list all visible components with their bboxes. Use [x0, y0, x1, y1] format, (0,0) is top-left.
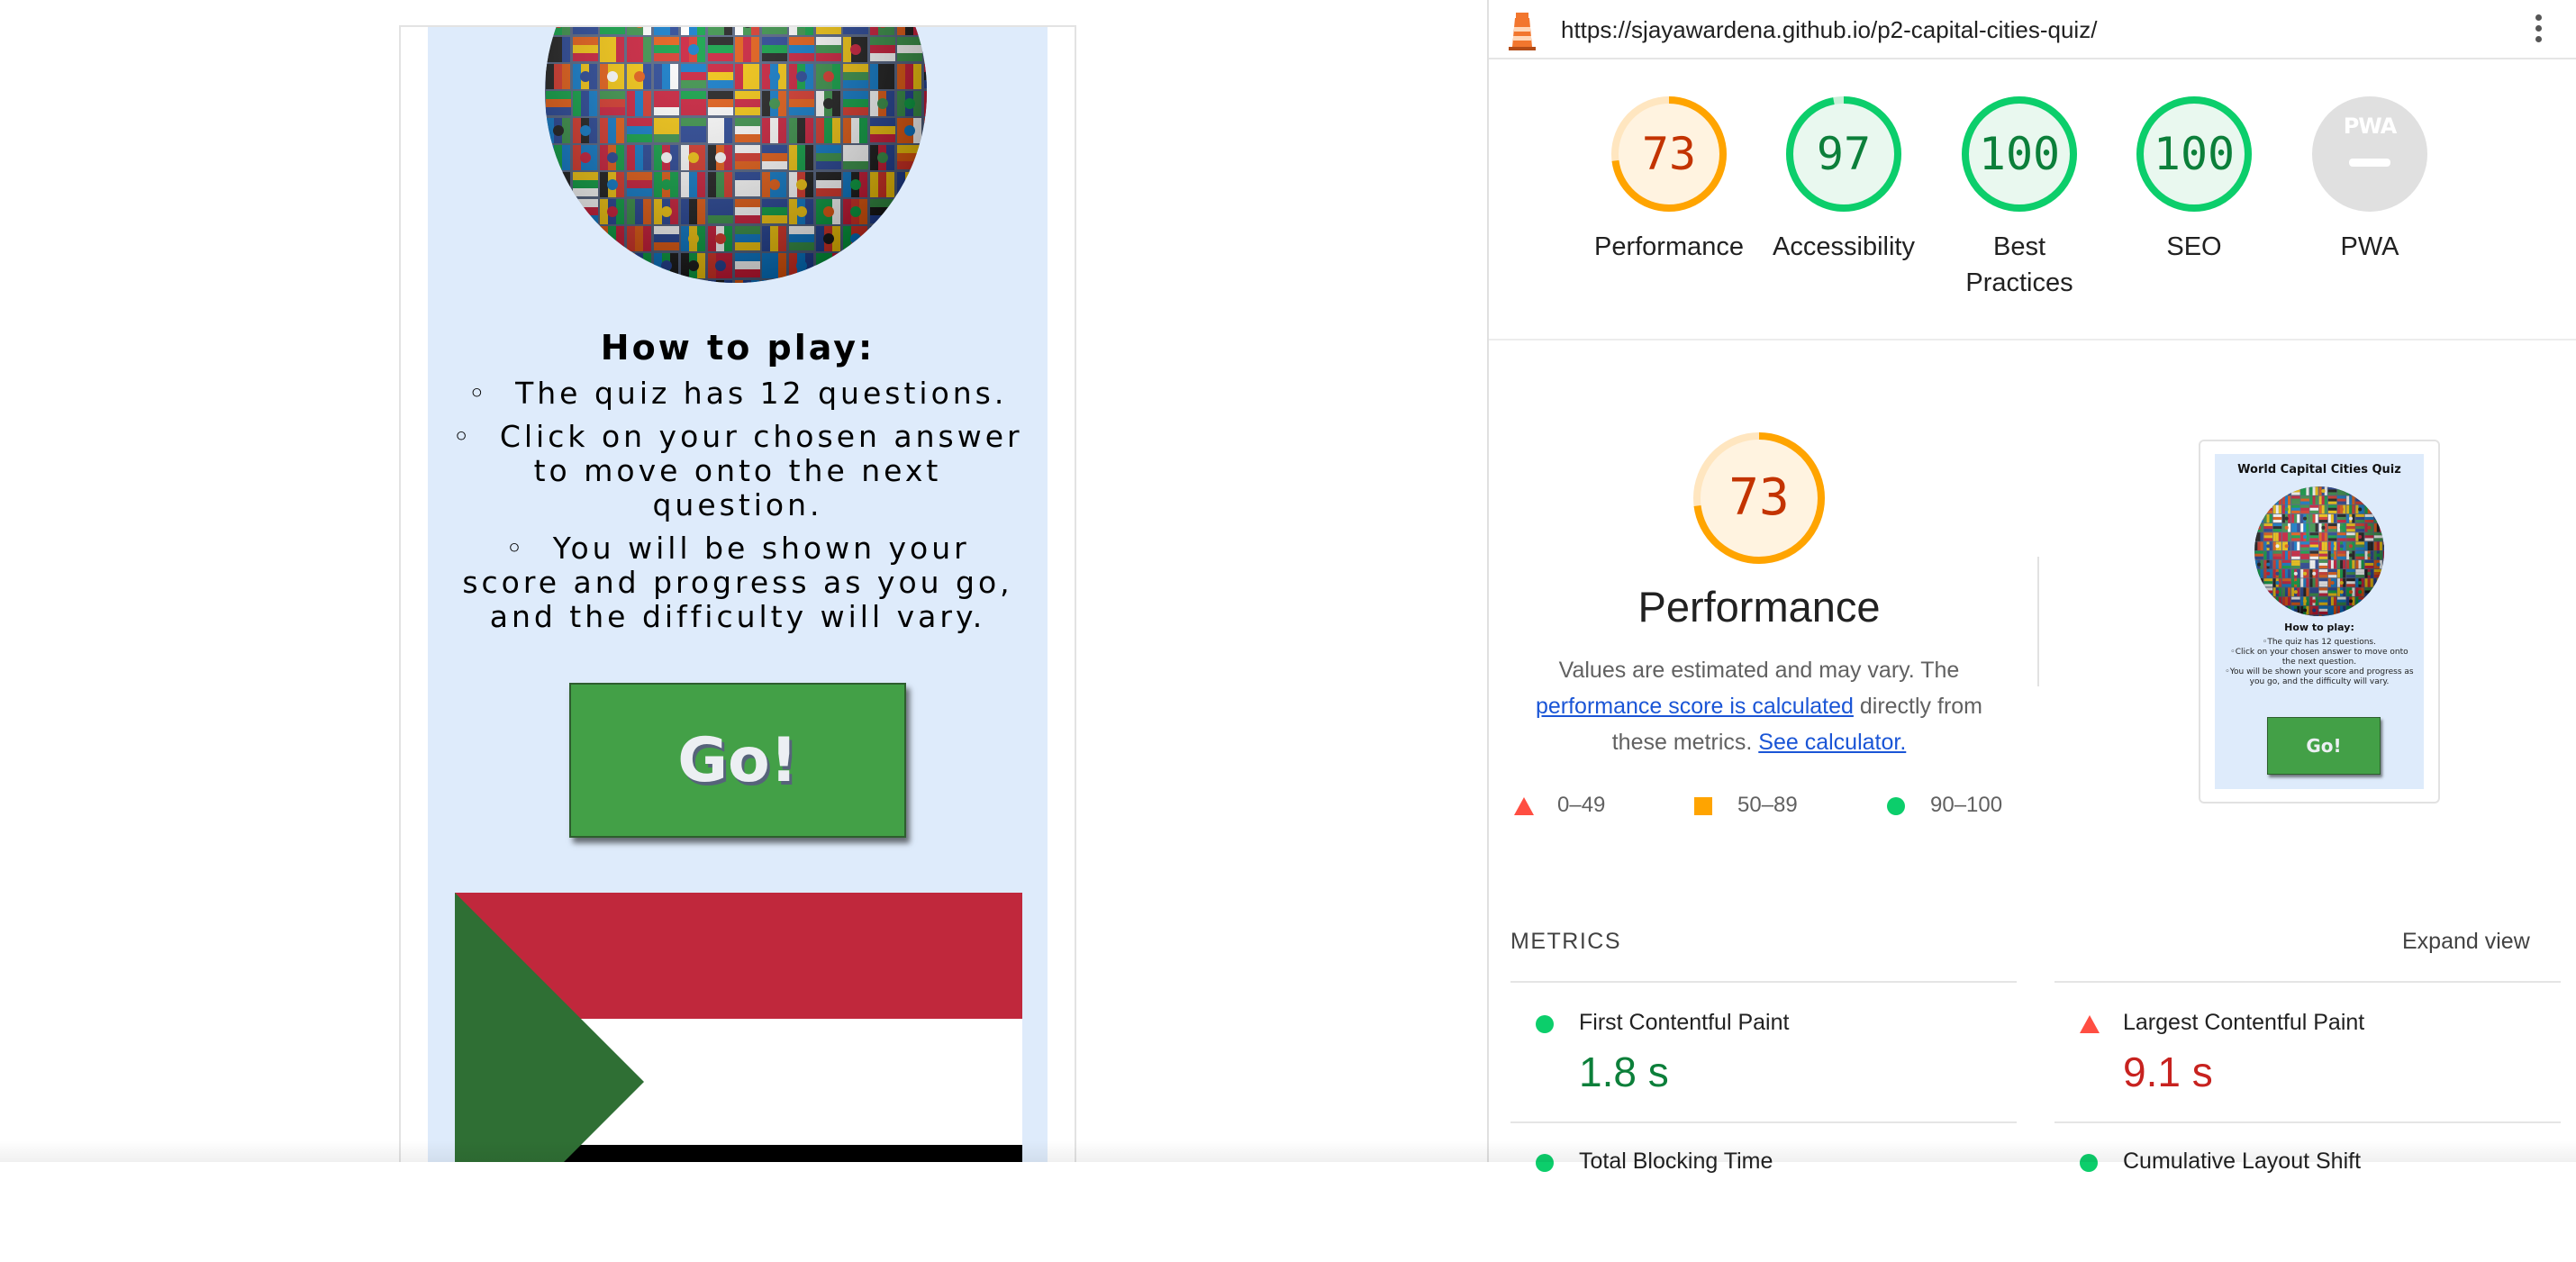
sudan-flag-image: [455, 893, 1022, 1162]
seo-label: SEO: [2166, 232, 2222, 261]
accessibility-label: Accessibility: [1773, 232, 1915, 261]
metric-largest-contentful-paint: Largest Contentful Paint 9.1 s: [2054, 981, 2561, 1123]
metric-total-blocking-time: Total Blocking Time: [1510, 1121, 2017, 1262]
instruction-item: You will be shown your score and progres…: [451, 531, 1024, 634]
score-calculation-link[interactable]: performance score is calculated: [1536, 694, 1854, 719]
go-button[interactable]: Go!: [569, 683, 906, 838]
circle-icon: [2080, 1154, 2098, 1176]
quiz-preview-frame: How to play: The quiz has 12 questions. …: [399, 25, 1076, 1162]
page-screenshot-thumbnail[interactable]: World Capital Cities Quiz How to play: T…: [2199, 440, 2440, 804]
expand-view-toggle[interactable]: Expand view: [2402, 929, 2530, 955]
performance-score: 73: [1641, 128, 1697, 180]
thumbnail-how-to-play: How to play:: [2284, 622, 2354, 633]
report-topbar: https://sjayawardena.github.io/p2-capita…: [1489, 0, 2576, 59]
gauge-best-practices[interactable]: 100 Best Practices: [1943, 95, 2096, 301]
performance-label: Performance: [1593, 232, 1744, 261]
instruction-item: Click on your chosen answer to move onto…: [451, 420, 1024, 522]
lighthouse-logo-icon: [1507, 11, 1537, 50]
square-icon: [1694, 796, 1712, 822]
flags-globe-image: [545, 27, 927, 283]
circle-icon: [1536, 1015, 1554, 1038]
metric-value: 9.1 s: [2123, 1049, 2213, 1095]
legend-range: 0–49: [1557, 793, 1606, 817]
gauge-pwa[interactable]: PWA PWA: [2293, 95, 2446, 265]
performance-gauge-large: 73: [1692, 431, 1827, 566]
gauge-performance[interactable]: 73 Performance: [1592, 95, 1746, 265]
thumbnail-title: World Capital Cities Quiz: [2237, 463, 2401, 477]
how-to-play-heading: How to play:: [600, 328, 875, 368]
thumbnail-go-button: Go!: [2267, 717, 2381, 775]
thumbnail-instruction: You will be shown your score and progres…: [2224, 667, 2415, 687]
triangle-icon: [2080, 1015, 2100, 1038]
pwa-label: PWA: [2340, 232, 2399, 261]
vertical-divider: [2037, 557, 2039, 686]
instruction-item: The quiz has 12 questions.: [451, 377, 1024, 411]
metrics-header: METRICS: [1510, 929, 1621, 954]
metric-value: 1.8 s: [1579, 1049, 1669, 1095]
circle-icon: [1887, 796, 1905, 822]
circle-icon: [1536, 1154, 1554, 1176]
performance-title: Performance: [1637, 583, 1881, 631]
legend-range: 90–100: [1930, 793, 2003, 817]
thumbnail-instruction: The quiz has 12 questions.: [2224, 638, 2415, 648]
performance-description: Values are estimated and may vary. The p…: [1534, 652, 1984, 760]
best-practices-label: Best Practices: [1965, 232, 2073, 297]
lighthouse-report: https://sjayawardena.github.io/p2-capita…: [1487, 0, 2576, 1174]
metric-name: Largest Contentful Paint: [2123, 1010, 2365, 1035]
triangle-icon: [1514, 796, 1534, 822]
thumbnail-instruction: Click on your chosen answer to move onto…: [2224, 648, 2415, 667]
gauge-accessibility[interactable]: 97 Accessibility: [1767, 95, 1920, 265]
thumbnail-page: World Capital Cities Quiz How to play: T…: [2215, 454, 2424, 789]
thumbnail-instructions: The quiz has 12 questions. Click on your…: [2224, 638, 2415, 687]
quiz-panel: How to play: The quiz has 12 questions. …: [428, 27, 1048, 1162]
performance-score-large: 73: [1728, 468, 1790, 527]
seo-score: 100: [2153, 128, 2236, 180]
gauge-seo[interactable]: 100 SEO: [2118, 95, 2271, 265]
metric-first-contentful-paint: First Contentful Paint 1.8 s: [1510, 981, 2017, 1123]
legend-range: 50–89: [1737, 793, 1798, 817]
see-calculator-link[interactable]: See calculator.: [1758, 730, 1906, 755]
metric-name: First Contentful Paint: [1579, 1010, 1790, 1035]
instructions-list: The quiz has 12 questions. Click on your…: [451, 377, 1024, 643]
thumbnail-globe-image: [2254, 486, 2384, 616]
metric-cumulative-layout-shift: Cumulative Layout Shift: [2054, 1121, 2561, 1262]
description-text: Values are estimated and may vary. The: [1558, 658, 1960, 683]
report-url: https://sjayawardena.github.io/p2-capita…: [1561, 16, 2098, 43]
more-options-icon[interactable]: [2525, 11, 2552, 47]
section-divider: [1489, 339, 2576, 340]
pwa-badge-icon: PWA: [2343, 113, 2398, 139]
best-practices-score: 100: [1978, 128, 2061, 180]
accessibility-score: 97: [1816, 128, 1872, 180]
